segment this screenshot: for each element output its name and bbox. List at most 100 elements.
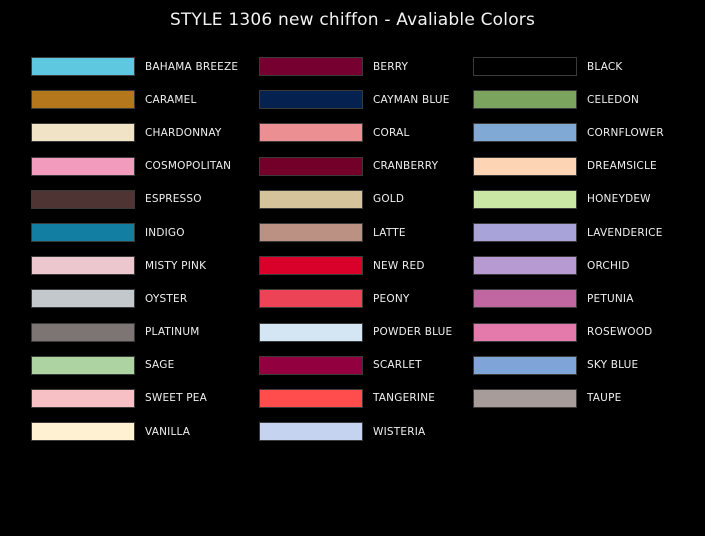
- color-name: CELEDON: [587, 93, 640, 106]
- color-name: SWEET PEA: [145, 392, 208, 405]
- color-name: GOLD: [373, 193, 405, 206]
- color-name: TAUPE: [587, 392, 622, 405]
- color-swatch: [31, 123, 135, 143]
- color-option: MISTY PINK: [31, 249, 238, 282]
- color-option: CORNFLOWER: [473, 116, 664, 149]
- color-column-1: BAHAMA BREEZE CARAMEL CHARDONNAY COSMOPOLIT…: [31, 50, 238, 448]
- color-swatch: [31, 388, 135, 408]
- color-name: CORAL: [373, 126, 410, 139]
- color-swatch: [31, 355, 135, 375]
- color-swatch: [473, 223, 577, 243]
- color-column-2: BERRY CAYMAN BLUE CORAL CRANBERRY GOLD LATTE N…: [259, 50, 452, 448]
- color-swatch: [473, 189, 577, 209]
- color-swatch: [259, 189, 363, 209]
- color-name: BERRY: [373, 60, 409, 73]
- color-swatch: [259, 57, 363, 77]
- color-name: CARAMEL: [145, 93, 197, 106]
- color-option: CELEDON: [473, 83, 664, 116]
- color-swatch: [31, 156, 135, 176]
- color-name: WISTERIA: [373, 425, 426, 438]
- color-name: CAYMAN BLUE: [373, 93, 450, 106]
- color-option: WISTERIA: [259, 415, 452, 448]
- color-swatch: [473, 322, 577, 342]
- color-swatch: [473, 57, 577, 77]
- color-swatch: [31, 189, 135, 209]
- color-name: MISTY PINK: [145, 259, 207, 272]
- color-swatch: [473, 156, 577, 176]
- color-option: CORAL: [259, 116, 452, 149]
- color-name: DREAMSICLE: [587, 160, 657, 173]
- color-name: PLATINUM: [145, 326, 200, 339]
- color-name: PEONY: [373, 292, 410, 305]
- color-name: NEW RED: [373, 259, 425, 272]
- color-option: CHARDONNAY: [31, 116, 238, 149]
- color-option: SWEET PEA: [31, 382, 238, 415]
- color-option: GOLD: [259, 183, 452, 216]
- color-swatch: [31, 256, 135, 276]
- color-option: SKY BLUE: [473, 349, 664, 382]
- color-option: PEONY: [259, 282, 452, 315]
- color-name: CRANBERRY: [373, 160, 439, 173]
- color-column-3: BLACK CELEDON CORNFLOWER DREAMSICLE HONEYDEW…: [473, 50, 664, 415]
- color-option: PETUNIA: [473, 282, 664, 315]
- color-name: LAVENDERICE: [587, 226, 663, 239]
- color-option: HONEYDEW: [473, 183, 664, 216]
- color-swatch: [473, 256, 577, 276]
- color-option: POWDER BLUE: [259, 316, 452, 349]
- color-name: OYSTER: [145, 292, 188, 305]
- color-swatch: [31, 289, 135, 309]
- color-option: ORCHID: [473, 249, 664, 282]
- color-option: CARAMEL: [31, 83, 238, 116]
- color-name: POWDER BLUE: [373, 326, 453, 339]
- color-swatch: [473, 355, 577, 375]
- color-swatch: [259, 289, 363, 309]
- color-swatch: [259, 156, 363, 176]
- color-name: CHARDONNAY: [145, 126, 222, 139]
- color-swatch: [259, 256, 363, 276]
- color-option: ESPRESSO: [31, 183, 238, 216]
- color-name: LATTE: [373, 226, 406, 239]
- color-swatch: [31, 90, 135, 110]
- page-title: STYLE 1306 new chiffon - Avaliable Color…: [169, 10, 536, 30]
- color-option: INDIGO: [31, 216, 238, 249]
- color-swatch: [259, 123, 363, 143]
- color-name: BLACK: [587, 60, 623, 73]
- color-option: BLACK: [473, 50, 664, 83]
- color-swatch: [473, 90, 577, 110]
- color-option: COSMOPOLITAN: [31, 150, 238, 183]
- color-swatch: [473, 289, 577, 309]
- color-option: BAHAMA BREEZE: [31, 50, 238, 83]
- color-option: SCARLET: [259, 349, 452, 382]
- color-option: TANGERINE: [259, 382, 452, 415]
- color-option: NEW RED: [259, 249, 452, 282]
- color-swatch: [473, 388, 577, 408]
- color-name: ESPRESSO: [145, 193, 202, 206]
- color-swatch: [259, 355, 363, 375]
- color-swatch: [31, 322, 135, 342]
- color-name: BAHAMA BREEZE: [145, 60, 239, 73]
- color-option: SAGE: [31, 349, 238, 382]
- color-name: ROSEWOOD: [587, 326, 653, 339]
- color-name: CORNFLOWER: [587, 126, 664, 139]
- color-option: PLATINUM: [31, 316, 238, 349]
- color-swatch: [31, 57, 135, 77]
- color-name: COSMOPOLITAN: [145, 160, 232, 173]
- color-swatch: [473, 123, 577, 143]
- color-option: ROSEWOOD: [473, 316, 664, 349]
- color-swatch: [31, 422, 135, 442]
- color-option: BERRY: [259, 50, 452, 83]
- color-name: SCARLET: [373, 359, 422, 372]
- color-swatch: [259, 388, 363, 408]
- color-name: VANILLA: [145, 425, 191, 438]
- color-name: PETUNIA: [587, 292, 634, 305]
- color-option: DREAMSICLE: [473, 150, 664, 183]
- color-name: HONEYDEW: [587, 193, 651, 206]
- color-name: INDIGO: [145, 226, 185, 239]
- color-name: ORCHID: [587, 259, 630, 272]
- color-swatch: [259, 322, 363, 342]
- color-name: SAGE: [145, 359, 175, 372]
- color-name: TANGERINE: [373, 392, 436, 405]
- color-name: SKY BLUE: [587, 359, 639, 372]
- color-option: CAYMAN BLUE: [259, 83, 452, 116]
- color-option: TAUPE: [473, 382, 664, 415]
